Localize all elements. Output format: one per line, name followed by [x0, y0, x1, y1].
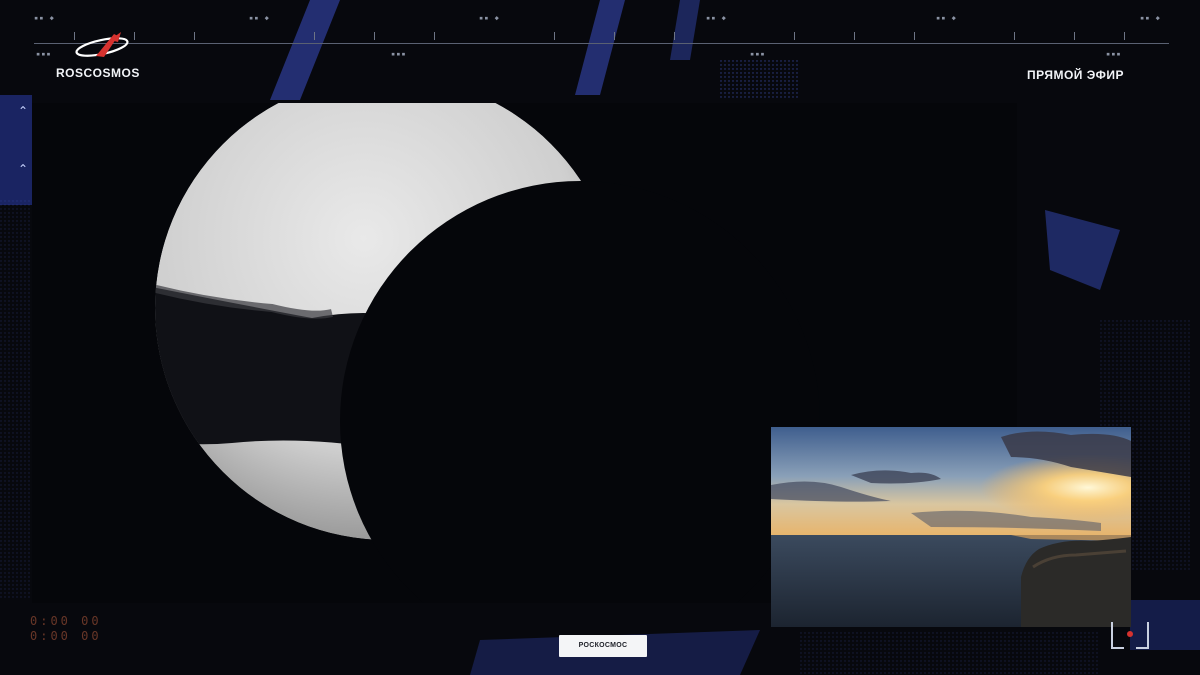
ruler-mark: ▪▪▪ [1106, 50, 1122, 58]
chevron-up-icon: ⌃ [17, 162, 29, 176]
ruler-mark: ▪▪▪ [36, 50, 52, 58]
ruler-mark: ▪▪ ◆ [249, 14, 270, 22]
brand-name: ROSCOSMOS [56, 66, 140, 80]
ruler-mark: ▪▪ ◆ [1140, 14, 1161, 22]
sunset-image [771, 427, 1131, 627]
roscosmos-badge: РОСКОСМОС [559, 635, 647, 657]
pip-video-feed [771, 427, 1131, 627]
ruler-mark: ▪▪ ◆ [34, 14, 55, 22]
ruler-mark: ▪▪▪ [750, 50, 766, 58]
ruler-mark: ▪▪ ◆ [936, 14, 957, 22]
ruler-mark: ▪▪▪ [391, 50, 407, 58]
roscosmos-logo-icon [75, 32, 129, 57]
timecode-counter: 0:00 00 0:00 00 [30, 614, 102, 644]
ruler-mark: ▪▪ ◆ [706, 14, 727, 22]
counter-line: 0:00 00 [30, 614, 102, 628]
corner-bracket-icon [1111, 622, 1149, 649]
timeline-ruler: ▪▪ ◆ ▪▪ ◆ ▪▪ ◆ ▪▪ ◆ ▪▪ ◆ ▪▪ ◆ ▪▪▪ ▪▪▪ ▪▪… [34, 10, 1169, 60]
ruler-mark: ▪▪ ◆ [479, 14, 500, 22]
brand: ROSCOSMOS [56, 30, 144, 80]
chevron-up-icon: ⌃ [17, 104, 29, 118]
ruler-line [34, 43, 1169, 44]
live-label: ПРЯМОЙ ЭФИР [1027, 68, 1124, 82]
counter-line: 0:00 00 [30, 629, 102, 643]
